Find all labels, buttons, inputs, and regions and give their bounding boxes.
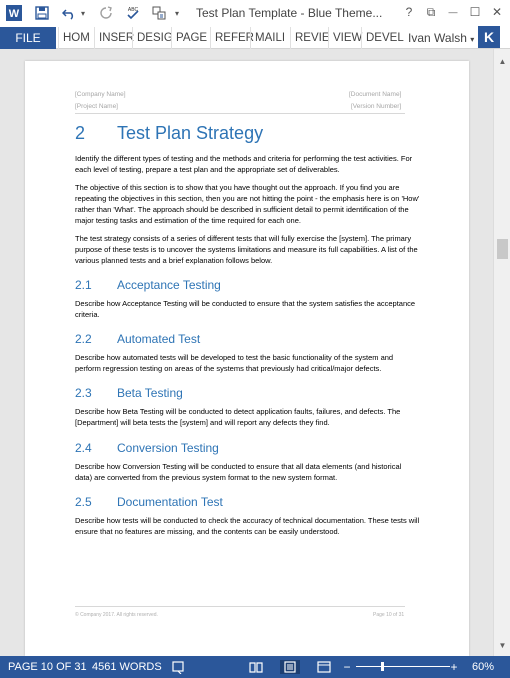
undo-icon[interactable] [61,4,77,22]
undo-dropdown-icon[interactable]: ▾ [78,4,88,22]
section-body: Describe how Beta Testing will be conduc… [75,407,401,427]
paragraph-strategy: The test strategy consists of a series o… [75,234,418,265]
section-body: Describe how tests will be conducted to … [75,516,420,536]
tab-insert[interactable]: INSER [94,27,134,49]
ribbon-tabs: FILE HOM INSER DESIG PAGE REFER MAILI RE… [0,27,510,49]
redo-icon[interactable] [98,4,114,22]
section-body: Describe how Conversion Testing will be … [75,462,402,482]
header-version: [Version Number] [351,103,402,110]
heading-2-number: 2.1 [75,278,92,292]
tab-home[interactable]: HOM [58,27,94,49]
document-workspace: [Company Name] [Project Name] [Document … [0,49,493,656]
heading-1-number: 2 [75,123,86,143]
zoom-slider-thumb[interactable] [381,662,385,671]
paragraph-intro: Identify the different types of testing … [75,154,413,174]
zoom-out-button[interactable]: − [341,660,353,674]
zoom-slider[interactable] [356,666,450,667]
heading-2-title: Beta Testing [117,386,183,400]
heading-1-title: Test Plan Strategy [117,123,264,143]
user-name-label: Ivan Walsh [408,31,467,45]
section-body: Describe how Acceptance Testing will be … [75,299,416,319]
web-layout-icon[interactable] [316,660,332,674]
footer-page-number: Page 10 of 31 [373,612,405,618]
print-layout-icon[interactable] [280,660,300,674]
read-mode-icon[interactable] [248,660,264,674]
scroll-thumb[interactable] [497,239,508,259]
tab-design[interactable]: DESIG [132,27,173,49]
heading-2-title: Conversion Testing [117,441,219,455]
tab-developer[interactable]: DEVEL [361,27,404,49]
save-icon[interactable] [33,4,51,22]
tab-review[interactable]: REVIE [290,27,330,49]
heading-2-title: Documentation Test [117,495,223,509]
maximize-icon[interactable]: ☐ [464,2,486,22]
title-bar: W ▾ ABC ▾ Test Plan Template - Blue Them… [0,0,510,27]
scroll-down-icon[interactable]: ▼ [497,641,508,651]
tab-view[interactable]: VIEW [328,27,362,49]
file-tab[interactable]: FILE [0,27,56,49]
section-body: Describe how automated tests will be dev… [75,353,394,373]
tab-page-layout[interactable]: PAGE [171,27,210,49]
vertical-scrollbar[interactable]: ▲ ▼ [493,49,510,656]
word-count[interactable]: 4561 WORDS [92,661,162,673]
heading-2-title: Automated Test [117,332,201,346]
window-title: Test Plan Template - Blue Theme... [196,6,383,20]
header-document: [Document Name] [349,91,402,98]
heading-2-number: 2.3 [75,386,92,400]
footer-copyright: © Company 2017. All rights reserved. [75,612,158,618]
tab-mailings[interactable]: MAILI [250,27,290,49]
heading-2-title: Acceptance Testing [117,278,221,292]
spelling-icon[interactable]: ABC [124,4,142,22]
close-icon[interactable]: ✕ [486,2,508,22]
user-name[interactable]: Ivan Walsh ▾ [408,31,474,45]
ribbon-display-icon[interactable]: ⧉ [420,2,442,22]
header-divider [75,113,405,114]
page-count[interactable]: PAGE 10 OF 31 [8,661,87,673]
heading-2-number: 2.4 [75,441,92,455]
header-company: [Company Name] [75,91,126,98]
tab-references[interactable]: REFER [210,27,254,49]
customize-qat-icon[interactable]: ▾ [172,4,182,22]
header-project: [Project Name] [75,103,118,110]
help-icon[interactable]: ? [398,2,420,22]
scroll-up-icon[interactable]: ▲ [497,57,508,67]
document-page[interactable]: [Company Name] [Project Name] [Document … [25,61,469,656]
heading-2-number: 2.2 [75,332,92,346]
svg-text:W: W [9,8,20,20]
zoom-level[interactable]: 60% [472,661,494,673]
avatar[interactable]: K [478,26,500,48]
user-dropdown-icon: ▾ [470,35,475,44]
paragraph-objective: The objective of this section is to show… [75,183,420,225]
minimize-icon[interactable]: — [442,2,464,22]
zoom-in-button[interactable]: + [448,660,460,674]
word-app-icon[interactable]: W [6,4,22,22]
proofing-icon[interactable] [171,660,187,674]
heading-2-number: 2.5 [75,495,92,509]
status-bar: PAGE 10 OF 31 4561 WORDS − + 60% [0,656,510,678]
format-icon[interactable] [150,4,168,22]
footer-divider [75,606,405,607]
